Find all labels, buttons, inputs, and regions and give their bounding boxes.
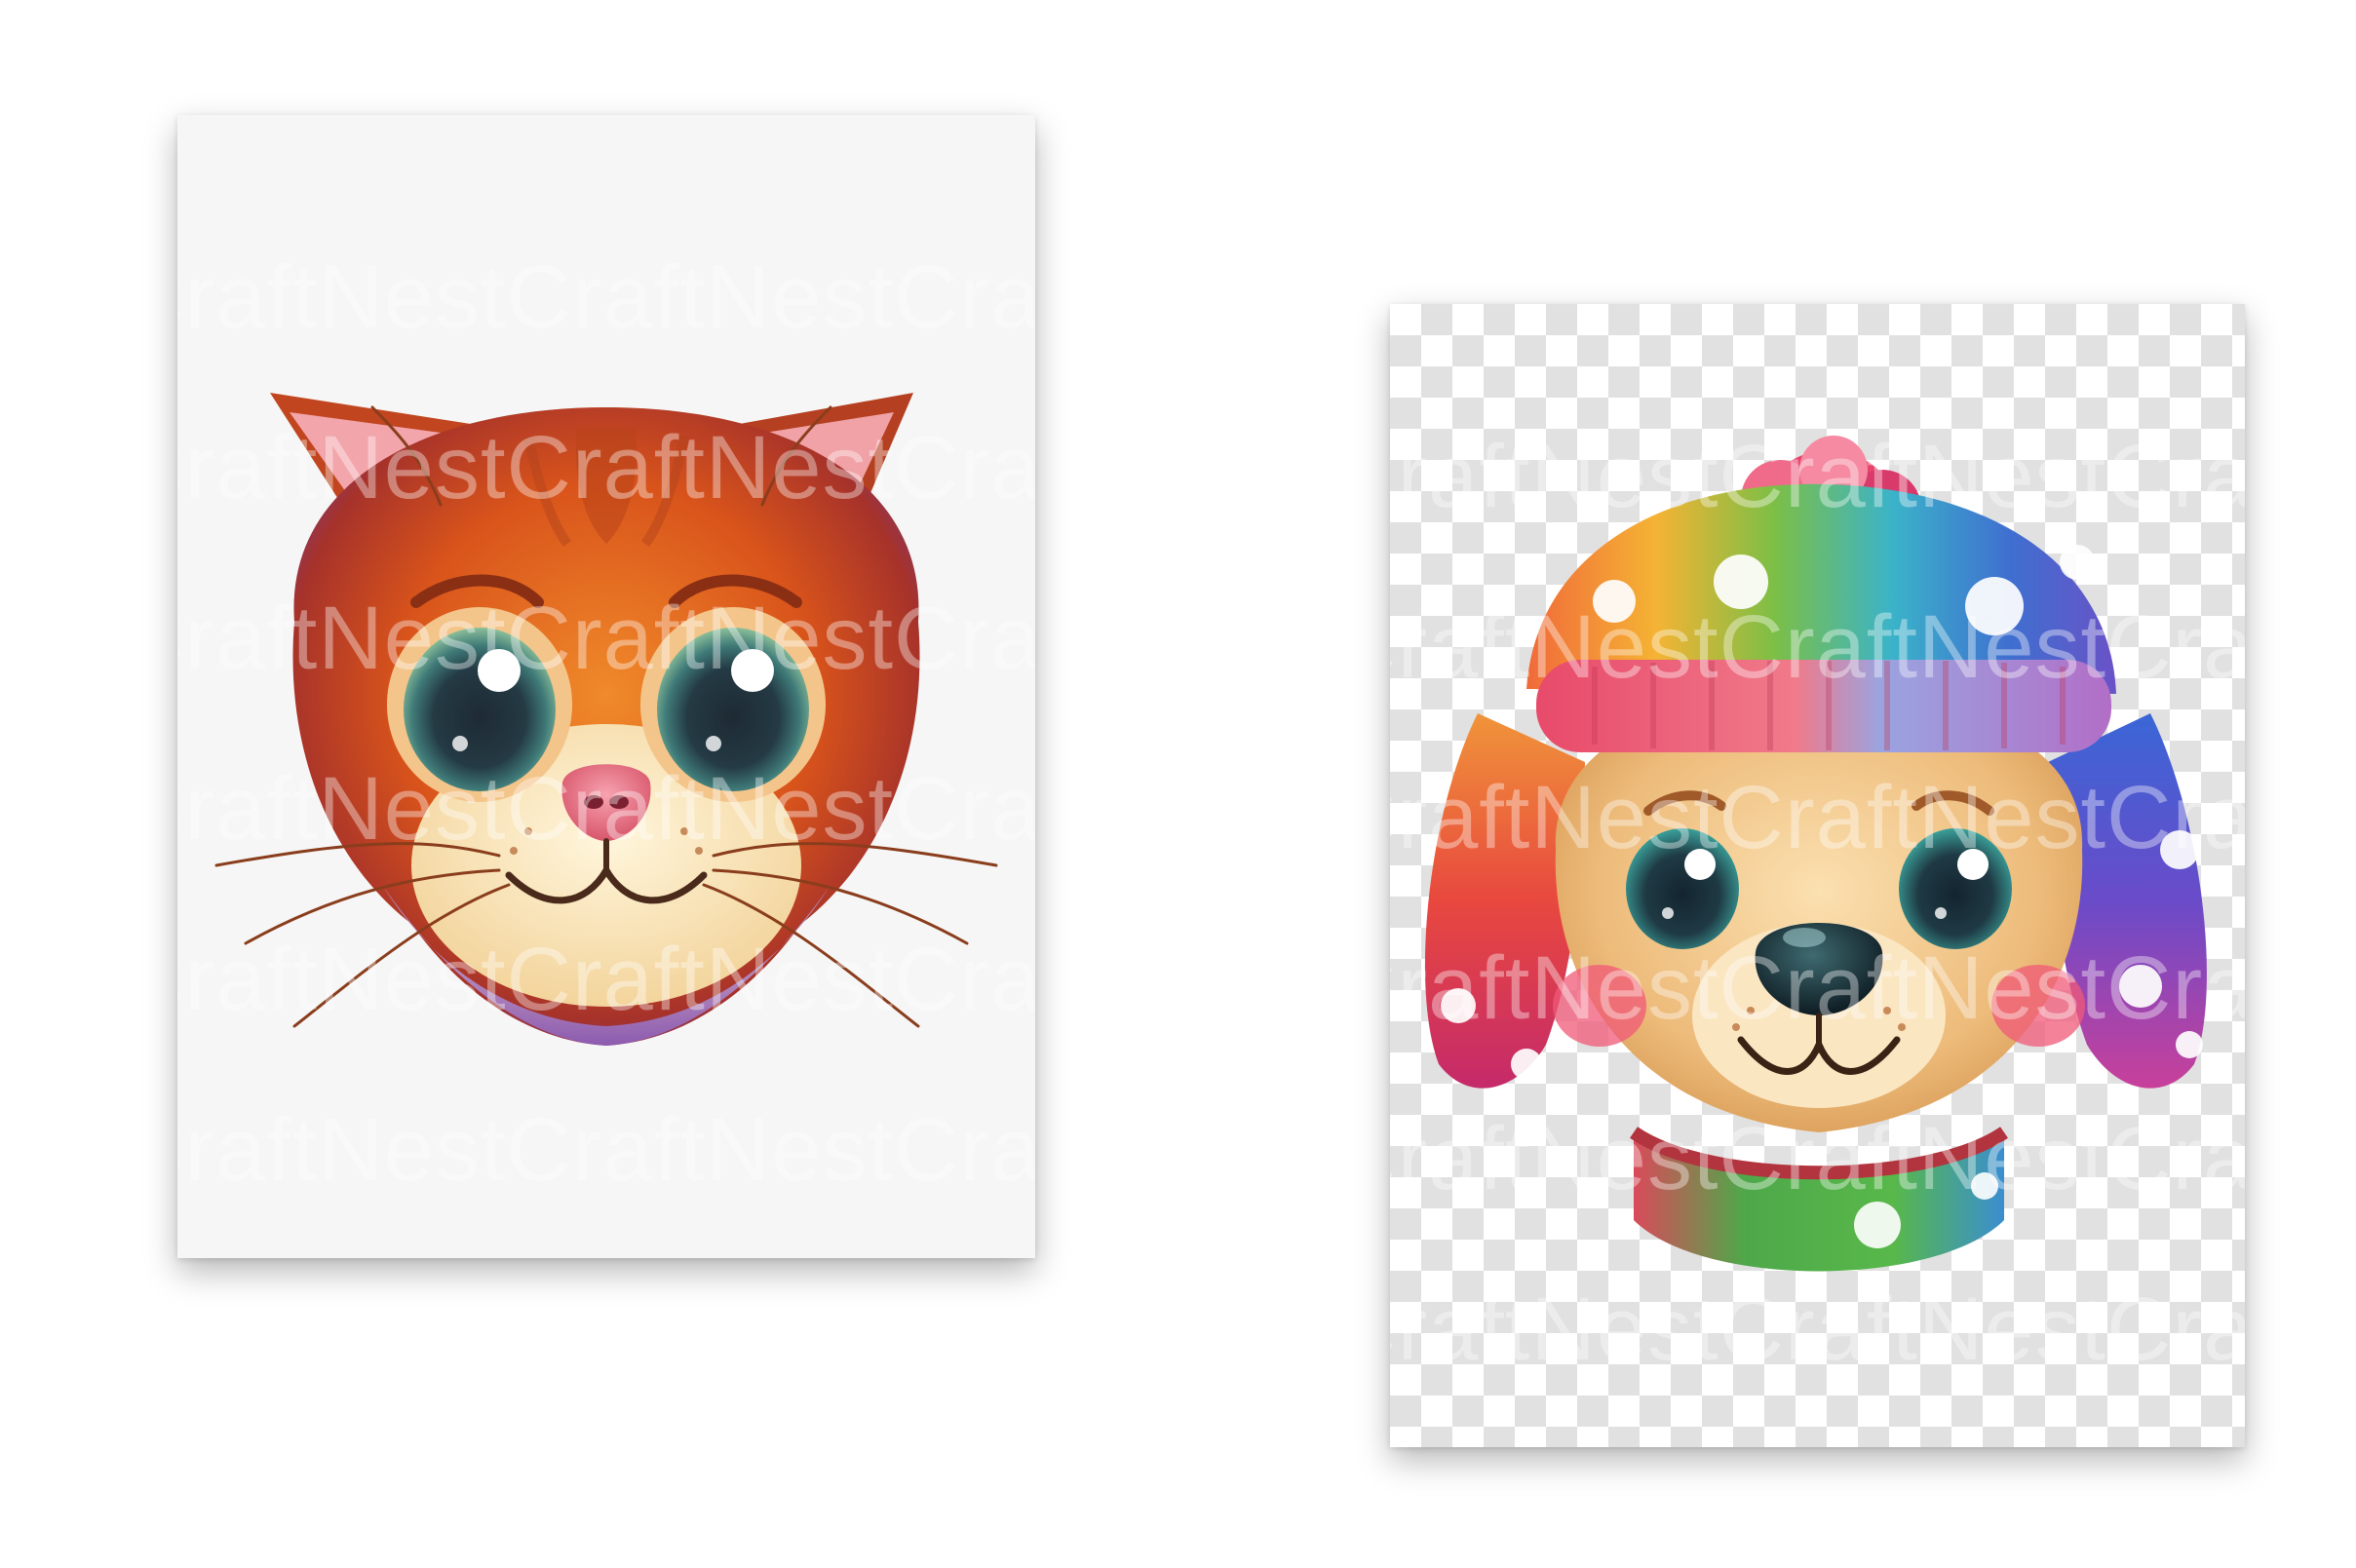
puppy-face-illustration — [1424, 436, 2207, 1272]
cat-illustration-card: CraftNestCraftNestCraftNestCraftNest Cra… — [177, 115, 1035, 1258]
cat-face-illustration — [214, 393, 998, 1046]
puppy-illustration-card: CraftNestCraftNestCraftNestCraftNest Cra… — [1390, 304, 2245, 1447]
